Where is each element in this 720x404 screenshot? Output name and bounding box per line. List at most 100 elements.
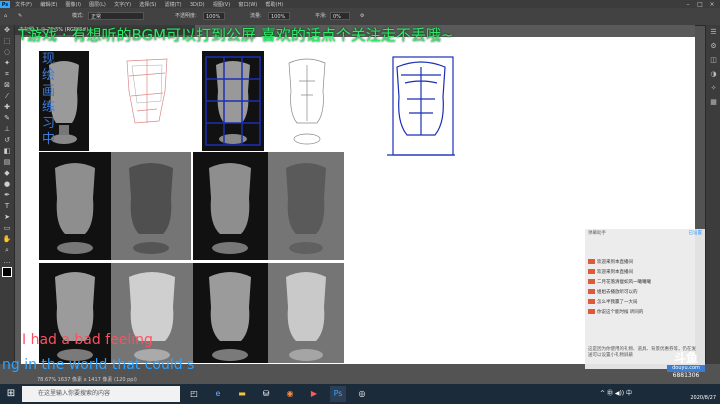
marquee-tool-icon[interactable]: ⬚ bbox=[0, 36, 14, 47]
danmaku-chat-panel: 弹幕助手 已设置 欢迎来到本直播间 欢迎来到本直播间 二月花落清瘦如风一曦曦曦 … bbox=[585, 229, 705, 369]
torso-blue-sketch bbox=[383, 53, 459, 161]
video-app-icon[interactable]: ▶ bbox=[306, 386, 322, 402]
chat-message: 你说这个能时候 听同的 bbox=[585, 308, 705, 318]
stamp-icon[interactable]: ⊥ bbox=[0, 124, 14, 135]
more-tools-icon[interactable]: … bbox=[0, 256, 14, 267]
blur-icon[interactable]: ◆ bbox=[0, 168, 14, 179]
smooth-label: 平滑: bbox=[315, 13, 327, 19]
torso-photo-row3-a bbox=[39, 263, 111, 363]
file-explorer-icon[interactable]: ▬ bbox=[234, 386, 250, 402]
eyedropper-icon[interactable]: ⁄ bbox=[0, 91, 14, 102]
opacity-label: 不透明度: bbox=[175, 13, 197, 19]
home-icon[interactable]: ⌂ bbox=[4, 12, 7, 20]
menu-bar: Ps 文件(F) 编辑(E) 图像(I) 图层(L) 文字(Y) 选择(S) 滤… bbox=[0, 0, 720, 9]
healing-brush-icon[interactable]: ✚ bbox=[0, 102, 14, 113]
torso-value-study-b bbox=[268, 152, 344, 260]
adjustments-panel-icon[interactable]: ▦ bbox=[706, 95, 720, 109]
chat-message: 姐姐去播放听可以的 bbox=[585, 288, 705, 298]
taskbar-clock[interactable]: 2020/8/27 bbox=[676, 386, 716, 402]
chat-message: 怎么半我赢了一大局 bbox=[585, 298, 705, 308]
opacity-input[interactable]: 100% bbox=[203, 12, 225, 20]
foreground-color-swatch[interactable] bbox=[0, 267, 14, 278]
app-icon[interactable]: ◉ bbox=[282, 386, 298, 402]
hand-tool-icon[interactable]: ✋ bbox=[0, 234, 14, 245]
store-icon[interactable]: ⛁ bbox=[258, 386, 274, 402]
user-level-badge bbox=[588, 269, 595, 274]
history-panel-icon[interactable]: ☰ bbox=[706, 25, 720, 39]
chat-settings-link[interactable]: 已设置 bbox=[689, 229, 703, 238]
magic-wand-icon[interactable]: ✦ bbox=[0, 58, 14, 69]
eraser-icon[interactable]: ◧ bbox=[0, 146, 14, 157]
pen-icon[interactable]: ✒ bbox=[0, 190, 14, 201]
stream-side-text: 现 绘 画 练 习 中 bbox=[42, 52, 58, 148]
brush-tool-icon[interactable]: ✎ bbox=[18, 12, 22, 20]
channels-panel-icon[interactable]: ◑ bbox=[706, 67, 720, 81]
chat-title: 弹幕助手 bbox=[588, 231, 606, 236]
user-level-badge bbox=[588, 279, 595, 284]
torso-photo-row2-a bbox=[39, 152, 111, 260]
zoom-level: 78.67% bbox=[37, 377, 57, 383]
user-level-badge bbox=[588, 299, 595, 304]
mode-label: 模式: bbox=[72, 13, 84, 19]
document-info: 1637 像素 x 1417 像素 (120 ppi) bbox=[57, 377, 137, 383]
side-char: 绘 bbox=[42, 68, 56, 83]
side-char: 现 bbox=[42, 52, 56, 67]
photoshop-taskbar-icon[interactable]: Ps bbox=[330, 386, 346, 402]
edge-browser-icon[interactable]: e bbox=[210, 386, 226, 402]
zoom-tool-icon[interactable]: ⌕ bbox=[0, 245, 14, 256]
lasso-tool-icon[interactable]: ◌ bbox=[0, 47, 14, 58]
side-char: 中 bbox=[42, 132, 56, 147]
chat-message: 二月花落清瘦如风一曦曦曦 bbox=[585, 278, 705, 288]
task-view-icon[interactable]: ◰ bbox=[186, 386, 202, 402]
rectangle-tool-icon[interactable]: ▭ bbox=[0, 223, 14, 234]
chat-message: 欢迎来到本直播间 bbox=[585, 258, 705, 268]
side-char: 习 bbox=[42, 116, 56, 131]
clock-date: 2020/8/27 bbox=[690, 395, 716, 401]
user-level-badge bbox=[588, 289, 595, 294]
move-tool-icon[interactable]: ✥ bbox=[0, 25, 14, 36]
dodge-icon[interactable]: ● bbox=[0, 179, 14, 190]
torso-photo-row3-b bbox=[193, 263, 268, 363]
stream-banner-text: T游戏 · 有想听的BGM可以打到公屏 喜欢的话点个关注走不丢哦~ bbox=[18, 26, 454, 44]
torso-sketch-construction bbox=[117, 51, 177, 151]
chat-message: 欢迎来到本直播间 bbox=[585, 268, 705, 278]
crop-tool-icon[interactable]: ⌗ bbox=[0, 69, 14, 80]
torso-value-study-a bbox=[111, 152, 191, 260]
obs-app-icon[interactable]: ◎ bbox=[354, 386, 370, 402]
properties-panel-icon[interactable]: ⚙ bbox=[706, 39, 720, 53]
torso-photo-grid bbox=[202, 51, 264, 151]
torso-line-drawing bbox=[277, 51, 337, 151]
torso-photo-row2-b bbox=[193, 152, 268, 260]
torso-rendered-study-a bbox=[111, 263, 193, 363]
windows-logo-icon[interactable]: ⊞ bbox=[0, 384, 22, 404]
gradient-icon[interactable]: ▤ bbox=[0, 157, 14, 168]
side-char: 画 bbox=[42, 84, 56, 99]
frame-tool-icon[interactable]: ⊠ bbox=[0, 80, 14, 91]
side-char: 练 bbox=[42, 100, 56, 115]
layers-panel-icon[interactable]: ◫ bbox=[706, 53, 720, 67]
douyu-domain: douyu.com bbox=[667, 365, 705, 372]
lyrics-subtitle-line-1: I had a bad feeling bbox=[22, 332, 153, 348]
lyrics-subtitle-line-2: ng in the world that could s bbox=[2, 357, 195, 373]
paths-panel-icon[interactable]: ✧ bbox=[706, 81, 720, 95]
torso-rendered-study-b bbox=[268, 263, 344, 363]
douyu-logo-icon: 斗鱼 bbox=[673, 351, 698, 365]
user-level-badge bbox=[588, 309, 595, 314]
flow-input[interactable]: 100% bbox=[268, 12, 290, 20]
taskbar-search-input[interactable]: 在这里输入你要搜索的内容 bbox=[22, 386, 180, 402]
user-level-badge bbox=[588, 259, 595, 264]
room-number: 6881306 bbox=[672, 372, 700, 379]
right-panel-strip: ☰ ⚙ ◫ ◑ ✧ ▦ bbox=[705, 25, 720, 364]
brush-icon[interactable]: ✎ bbox=[0, 113, 14, 124]
settings-gear-icon[interactable]: ⚙ bbox=[360, 12, 364, 20]
history-brush-icon[interactable]: ↺ bbox=[0, 135, 14, 146]
path-select-icon[interactable]: ➤ bbox=[0, 212, 14, 223]
system-tray[interactable]: ^ ㊥ ◀)) 中 bbox=[600, 386, 632, 402]
chat-header: 弹幕助手 已设置 bbox=[585, 229, 705, 238]
type-tool-icon[interactable]: T bbox=[0, 201, 14, 212]
smooth-input[interactable]: 0% bbox=[330, 12, 350, 20]
douyu-watermark: 斗鱼 douyu.com 6881306 bbox=[667, 352, 705, 382]
tool-palette: ✥ ⬚ ◌ ✦ ⌗ ⊠ ⁄ ✚ ✎ ⊥ ↺ ◧ ▤ ◆ ● ✒ T ➤ ▭ ✋ … bbox=[0, 25, 15, 364]
status-bar: 78.67% 1637 像素 x 1417 像素 (120 ppi) bbox=[15, 376, 267, 384]
mode-select[interactable]: 正常 bbox=[88, 12, 144, 20]
